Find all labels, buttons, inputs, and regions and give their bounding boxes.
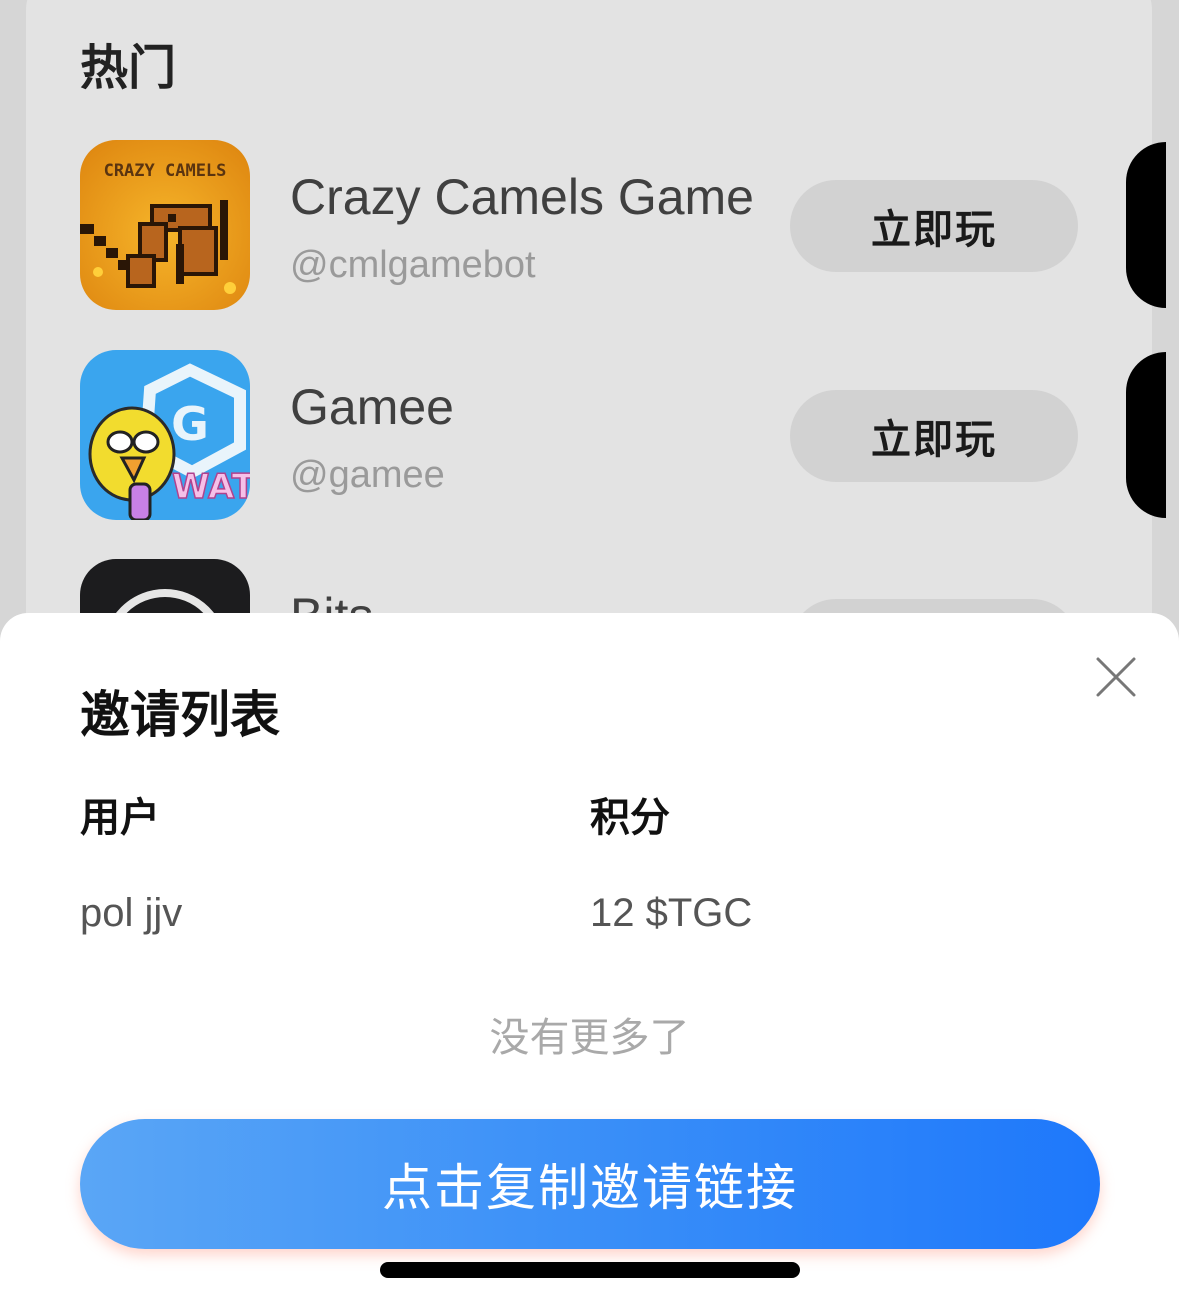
- play-now-button[interactable]: 立即玩: [790, 180, 1078, 272]
- gamee-app-icon[interactable]: G WAT: [80, 350, 250, 520]
- game-handle: @gamee: [290, 454, 445, 496]
- game-name: Gamee: [290, 379, 454, 435]
- section-title: 热门: [80, 40, 177, 96]
- icon-logo-text: WAT: [172, 467, 250, 507]
- column-header-points: 积分: [590, 795, 670, 841]
- column-header-user: 用户: [80, 795, 160, 841]
- game-row[interactable]: CRAZY CAMELS Crazy Camels Game @cmlgameb…: [80, 140, 1120, 310]
- crazy-camels-app-icon[interactable]: CRAZY CAMELS: [80, 140, 250, 310]
- icon-logo-text: CRAZY CAMELS: [104, 161, 227, 181]
- edge-pill: [1126, 352, 1166, 518]
- sheet-title: 邀请列表: [80, 686, 280, 744]
- game-handle: @cmlgamebot: [290, 244, 536, 286]
- close-icon[interactable]: [1092, 653, 1140, 701]
- play-now-button[interactable]: 立即玩: [790, 390, 1078, 482]
- invite-list-sheet: 邀请列表 用户 积分 pol jjv 12 $TGC 没有更多了 点击复制邀请链…: [0, 613, 1179, 1302]
- game-name: Crazy Camels Game: [290, 169, 754, 225]
- invite-row-user: pol jjv: [80, 891, 183, 935]
- hot-games-card: 热门 CRAZY CAMELS Crazy Camels Game @cmlga…: [26, 0, 1152, 670]
- invite-row-points: 12 $TGC: [590, 891, 753, 935]
- edge-pill: [1126, 142, 1166, 308]
- home-indicator[interactable]: [380, 1262, 800, 1278]
- no-more-text: 没有更多了: [489, 1015, 690, 1061]
- game-row[interactable]: G WAT Gamee @gamee 立即玩: [80, 350, 1120, 520]
- svg-text:G: G: [171, 397, 209, 451]
- copy-invite-link-button[interactable]: 点击复制邀请链接: [80, 1119, 1100, 1249]
